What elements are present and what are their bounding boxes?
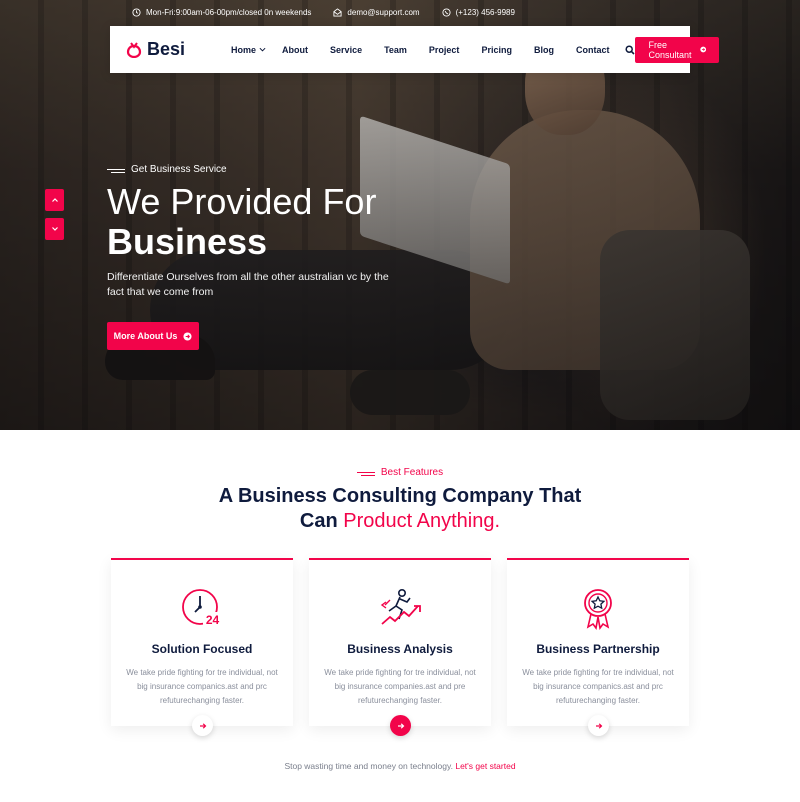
features-eyebrow-text: Best Features xyxy=(380,467,444,478)
hero-button-label: More About Us xyxy=(113,331,178,341)
card-more-button[interactable] xyxy=(192,715,213,736)
features-eyebrow: Best Features xyxy=(0,467,800,478)
arrow-right-icon xyxy=(199,722,206,729)
footer-note-text: Stop wasting time and money on technolog… xyxy=(284,761,453,771)
logo-icon xyxy=(126,41,142,58)
top-info-bar: Mon-Fri:9:00am-06-00pm/closed 0n weekend… xyxy=(0,0,800,24)
chevron-down-icon xyxy=(51,227,58,231)
nav-item-project[interactable]: Project xyxy=(429,45,460,55)
nav-item-blog[interactable]: Blog xyxy=(534,45,554,55)
hero-photo-shoe xyxy=(350,370,470,415)
email-text[interactable]: demo@support.com xyxy=(347,8,419,17)
card-more-button[interactable] xyxy=(588,715,609,736)
hours-info: Mon-Fri:9:00am-06-00pm/closed 0n weekend… xyxy=(132,8,311,17)
card-text: We take pride fighting for tre individua… xyxy=(522,668,674,705)
card-text: We take pride fighting for tre individua… xyxy=(126,668,278,705)
hero-title-line1: We Provided For xyxy=(107,181,377,222)
hours-text: Mon-Fri:9:00am-06-00pm/closed 0n weekend… xyxy=(146,7,312,17)
chevron-down-icon xyxy=(259,47,266,52)
phone-icon xyxy=(442,7,451,17)
nav-item-home[interactable]: Home xyxy=(231,45,266,55)
more-about-us-button[interactable]: More About Us xyxy=(107,322,199,350)
eyebrow-dash xyxy=(107,169,125,173)
hero-eyebrow-text: Get Business Service xyxy=(131,164,227,175)
nav-item-team[interactable]: Team xyxy=(384,45,407,55)
features-title-line1: A Business Consulting Company That xyxy=(218,485,582,507)
nav-label: Home xyxy=(231,44,257,55)
slider-next-button[interactable] xyxy=(45,218,64,240)
search-icon xyxy=(625,44,636,55)
search-button[interactable] xyxy=(625,44,636,55)
email-info[interactable]: demo@support.com xyxy=(333,7,420,17)
arrow-right-icon xyxy=(595,722,602,729)
hero-eyebrow: Get Business Service xyxy=(107,164,397,175)
features-title-accent: Product Anything. xyxy=(343,510,501,532)
hero-title-line2: Business xyxy=(107,221,268,262)
nav-menu: Home About Service Team Project Pricing … xyxy=(231,44,636,55)
slider-prev-button[interactable] xyxy=(45,189,64,211)
chevron-up-icon xyxy=(51,198,58,202)
get-started-link[interactable]: Let's get started xyxy=(455,761,515,771)
nav-item-pricing[interactable]: Pricing xyxy=(481,45,512,55)
arrow-right-circle-icon xyxy=(700,46,707,53)
features-title-line2: Can Product Anything. xyxy=(0,509,800,534)
brand-name: Besi xyxy=(147,39,186,59)
features-title-plain: Can xyxy=(299,510,338,532)
feature-card: Business Analysis We take pride fighting… xyxy=(309,558,491,736)
card-title: Business Analysis xyxy=(347,642,453,656)
nav-item-service[interactable]: Service xyxy=(330,45,362,55)
card-more-button[interactable] xyxy=(390,715,411,736)
eyebrow-dash xyxy=(356,472,375,476)
card-title: Business Partnership xyxy=(536,642,660,656)
clock-24-icon: 24 xyxy=(180,586,224,630)
footer-note: Stop wasting time and money on technolog… xyxy=(0,761,800,771)
free-consultant-button[interactable]: Free Consultant xyxy=(635,36,720,63)
nav-item-about[interactable]: About xyxy=(282,45,308,55)
card-text: We take pride fighting for tre individua… xyxy=(324,668,476,705)
arrow-right-icon xyxy=(397,722,404,729)
feature-card: 24 Solution Focused We take pride fighti… xyxy=(111,558,293,736)
main-navbar: Besi Home About Service Team Project Pri… xyxy=(110,26,720,73)
hero-photo-bag xyxy=(600,230,750,420)
card-title: Solution Focused xyxy=(151,642,253,656)
phone-text[interactable]: (+123) 456-9989 xyxy=(456,8,515,17)
cta-label: Free Consultant xyxy=(648,39,692,60)
award-badge-icon xyxy=(576,586,620,630)
features-title: A Business Consulting Company That Can P… xyxy=(0,484,800,534)
hero-description: Differentiate Ourselves from all the oth… xyxy=(107,271,389,298)
phone-info[interactable]: (+123) 456-9989 xyxy=(442,8,515,17)
growth-runner-icon xyxy=(378,586,422,630)
svg-text:24: 24 xyxy=(206,613,220,627)
hero-content: Get Business Service We Provided For Bus… xyxy=(107,164,397,350)
mail-icon xyxy=(333,7,342,17)
feature-cards: 24 Solution Focused We take pride fighti… xyxy=(111,558,691,736)
brand-logo[interactable]: Besi xyxy=(126,39,185,60)
clock-icon xyxy=(132,7,141,17)
arrow-right-circle-icon xyxy=(183,331,192,341)
nav-item-contact[interactable]: Contact xyxy=(576,45,610,55)
feature-card: Business Partnership We take pride fight… xyxy=(507,558,689,736)
